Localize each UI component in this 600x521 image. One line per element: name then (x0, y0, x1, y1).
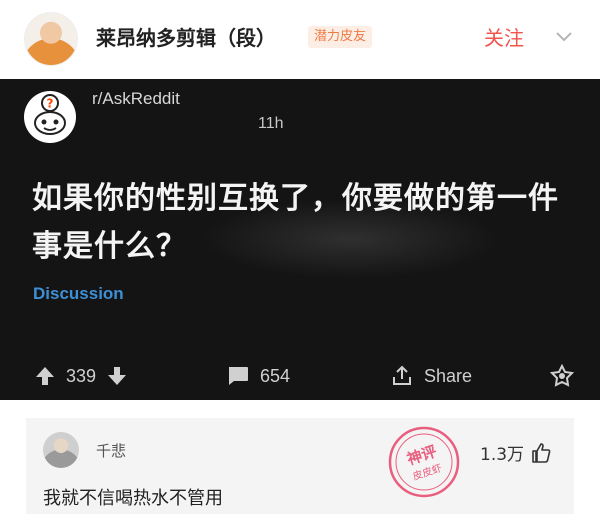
follow-button[interactable]: 关注 (484, 22, 524, 51)
reddit-post-card[interactable]: ? r/AskReddit 11h 如果你的性别互换了，你要做的第一件事是什么？… (0, 79, 600, 400)
hot-comment[interactable]: 千悲 神评 皮皮虾 1.3万 我就不信喝热水不管用 (26, 418, 574, 514)
award-button[interactable] (550, 361, 574, 391)
upvote-count: 339 (66, 365, 97, 386)
subreddit-name[interactable]: r/AskReddit (92, 89, 180, 109)
post-actions-bar: 339 654 Share (0, 361, 600, 391)
user-avatar[interactable] (24, 12, 78, 66)
comment-icon (229, 367, 248, 385)
chevron-down-icon[interactable] (552, 24, 576, 48)
like-group[interactable]: 1.3万 (480, 440, 552, 465)
comment-avatar[interactable] (43, 432, 79, 468)
username[interactable]: 莱昂纳多剪辑（段） (96, 22, 276, 51)
downvote-icon[interactable] (106, 365, 128, 387)
thumbs-up-icon (532, 442, 551, 463)
like-count: 1.3万 (480, 445, 525, 465)
comment-text: 我就不信喝热水不管用 (43, 488, 223, 509)
share-label: Share (424, 365, 473, 386)
hot-comment-stamp: 神评 皮皮虾 (388, 426, 460, 498)
svg-text:?: ? (47, 97, 54, 111)
comments-group[interactable]: 654 (226, 361, 290, 391)
post-time: 11h (258, 115, 284, 132)
comment-author[interactable]: 千悲 (96, 440, 126, 461)
user-level-badge: 潜力皮友 (308, 26, 373, 48)
share-button[interactable]: Share (390, 361, 472, 391)
comment-count: 654 (260, 365, 291, 386)
post-title: 如果你的性别互换了，你要做的第一件事是什么？ (32, 181, 559, 264)
askreddit-snoo-icon: ? (24, 91, 76, 143)
vote-group: 339 (34, 361, 128, 391)
share-icon (393, 365, 411, 385)
award-icon (550, 364, 574, 387)
post-header: 莱昂纳多剪辑（段） 潜力皮友 关注 (0, 0, 600, 78)
upvote-icon[interactable] (34, 365, 56, 387)
post-flair[interactable]: Discussion (33, 284, 124, 304)
